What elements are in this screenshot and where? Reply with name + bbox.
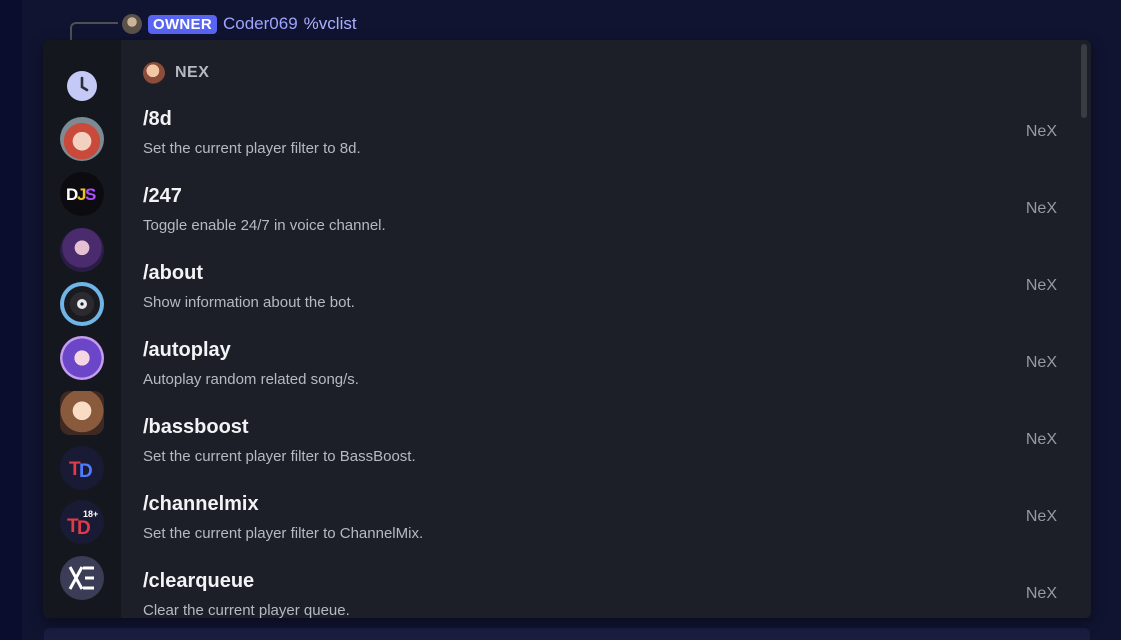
command-description: Toggle enable 24/7 in voice channel. [143,217,386,234]
djs-logo[interactable]: D J S [60,172,104,216]
svg-text:D: D [79,461,93,480]
avatar[interactable] [122,14,142,34]
command-source: NeX [1025,354,1057,371]
td-logo[interactable]: T D [60,446,104,490]
background-left [0,0,22,640]
owner-badge: OWNER [148,14,217,34]
bot-avatar-anime-girl-headphones[interactable] [60,336,104,380]
command-description: Show information about the bot. [143,294,355,311]
bot-avatar-vinyl-disc[interactable] [60,282,104,326]
command-source: NeX [1025,200,1057,217]
reply-connector [70,22,118,40]
reply-reference[interactable]: OWNER Coder069 %vclist [122,12,357,36]
section-title: NEX [175,64,210,81]
command-item[interactable]: /247 Toggle enable 24/7 in voice channel… [121,185,1079,262]
command-source: NeX [1025,508,1057,525]
command-description: Autoplay random related song/s. [143,371,359,388]
command-item[interactable]: /bassboost Set the current player filter… [121,416,1079,493]
command-description: Clear the current player queue. [143,602,350,618]
scrollbar-thumb[interactable] [1081,44,1087,118]
command-description: Set the current player filter to 8d. [143,140,361,157]
command-name: /clearqueue [143,570,255,592]
command-item[interactable]: /channelmix Set the current player filte… [121,493,1079,570]
command-item[interactable]: /about Show information about the bot. N… [121,262,1079,339]
slash-command-picker: D J S T D T D 18+ NEX /8d Set the curren… [43,40,1091,618]
svg-text:S: S [85,185,96,204]
command-source: NeX [1025,431,1057,448]
command-name: /autoplay [143,339,231,361]
svg-text:18+: 18+ [83,509,98,519]
avatar [143,62,165,84]
bot-avatar-redhair[interactable] [60,117,104,161]
command-item[interactable]: /clearqueue Clear the current player que… [121,570,1079,618]
recent-clock-icon[interactable] [60,64,104,108]
command-name: /about [143,262,203,284]
command-list: NEX /8d Set the current player filter to… [121,40,1091,618]
command-source: NeX [1025,277,1057,294]
reply-username[interactable]: Coder069 [223,14,298,34]
command-source: NeX [1025,123,1057,140]
command-name: /247 [143,185,182,207]
app-rail: D J S T D T D 18+ [43,40,121,618]
command-name: /8d [143,108,172,130]
section-header: NEX [143,62,209,84]
message-input-bar[interactable] [44,628,1090,640]
bot-avatar-anime-girl-dark[interactable] [60,228,104,272]
reply-command-text[interactable]: %vclist [304,14,357,34]
command-name: /channelmix [143,493,259,515]
command-item[interactable]: /8d Set the current player filter to 8d.… [121,108,1079,185]
command-description: Set the current player filter to Channel… [143,525,424,542]
command-item[interactable]: /autoplay Autoplay random related song/s… [121,339,1079,416]
bot-avatar-anime-girl-brown[interactable] [60,391,104,435]
command-name: /bassboost [143,416,249,438]
td-18-logo[interactable]: T D 18+ [60,500,104,544]
command-source: NeX [1025,585,1057,602]
xe-logo[interactable] [60,556,104,600]
svg-text:D: D [77,518,91,537]
command-description: Set the current player filter to BassBoo… [143,448,416,465]
